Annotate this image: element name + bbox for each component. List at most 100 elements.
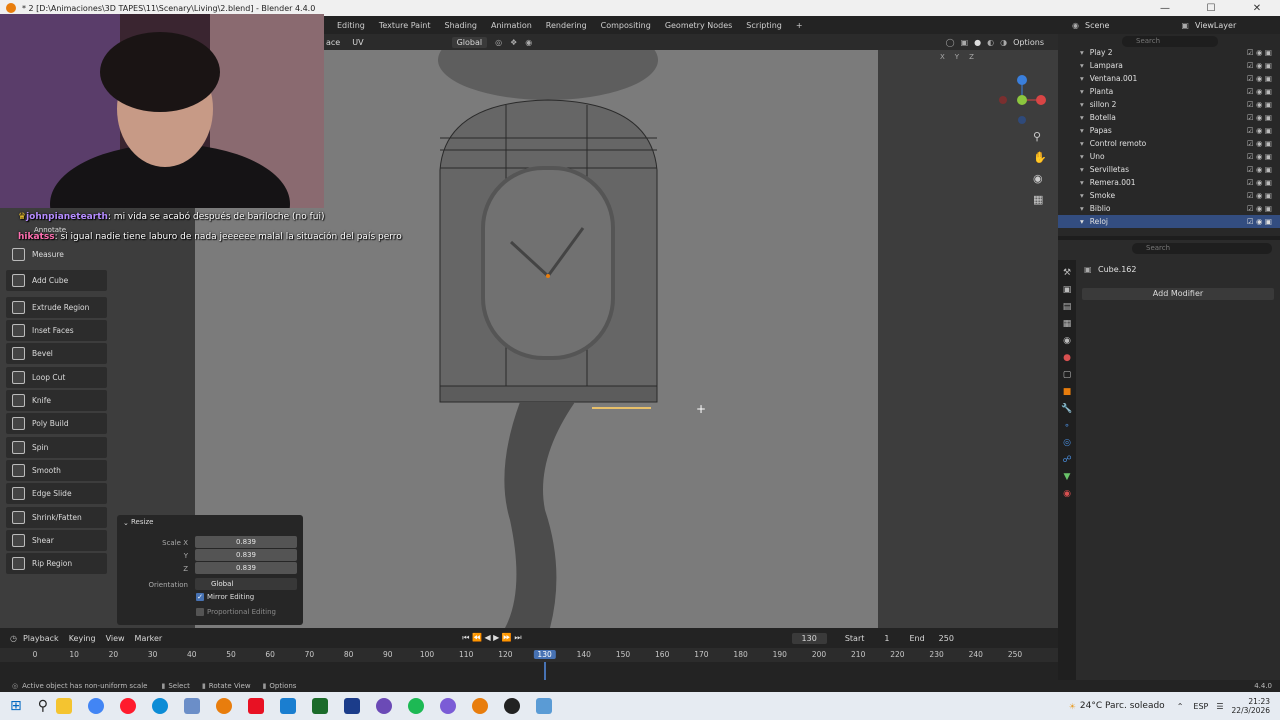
network-icon[interactable]: ☰ bbox=[1216, 702, 1223, 711]
outliner-row[interactable]: ▾ Papas ☑ ◉ ▣ bbox=[1058, 124, 1280, 137]
search-icon[interactable]: ⚲ bbox=[38, 698, 48, 714]
outliner-row[interactable]: ▾ Uno ☑ ◉ ▣ bbox=[1058, 150, 1280, 163]
start-field[interactable]: 1 bbox=[884, 634, 889, 643]
visibility-icons[interactable]: ☑ ◉ ▣ bbox=[1247, 139, 1272, 148]
outliner-row[interactable]: ▾ Smoke ☑ ◉ ▣ bbox=[1058, 189, 1280, 202]
edge-icon[interactable] bbox=[152, 698, 168, 714]
playback-controls-icon[interactable]: ⏮ ⏪ ◀ ▶ ⏩ ⏭ bbox=[462, 633, 521, 643]
app-icon[interactable] bbox=[248, 698, 264, 714]
app-icon[interactable] bbox=[440, 698, 456, 714]
visibility-icons[interactable]: ☑ ◉ ▣ bbox=[1247, 152, 1272, 161]
visibility-icons[interactable]: ☑ ◉ ▣ bbox=[1247, 100, 1272, 109]
opera-icon[interactable] bbox=[120, 698, 136, 714]
tab-compositing[interactable]: Compositing bbox=[594, 21, 658, 30]
visibility-icons[interactable]: ☑ ◉ ▣ bbox=[1247, 165, 1272, 174]
axis-z-button[interactable]: Z bbox=[969, 53, 974, 61]
app-icon[interactable] bbox=[536, 698, 552, 714]
outliner-row[interactable]: ▾ Control remoto ☑ ◉ ▣ bbox=[1058, 137, 1280, 150]
render-tab-icon[interactable]: ▣ bbox=[1063, 285, 1072, 295]
app-icon[interactable] bbox=[312, 698, 328, 714]
properties-search[interactable]: Search bbox=[1132, 243, 1272, 254]
pivot-icon[interactable]: ◎ bbox=[495, 38, 502, 47]
visibility-icons[interactable]: ☑ ◉ ▣ bbox=[1247, 61, 1272, 70]
overlay-icon[interactable]: ◯ bbox=[946, 38, 955, 47]
axis-x-button[interactable]: X bbox=[940, 53, 945, 61]
shading-material-icon[interactable]: ◐ bbox=[987, 38, 994, 47]
tool-loop-cut[interactable]: Loop Cut bbox=[6, 367, 107, 388]
clock-icon[interactable]: ◷ bbox=[10, 634, 17, 643]
visibility-icons[interactable]: ☑ ◉ ▣ bbox=[1247, 204, 1272, 213]
marker-menu[interactable]: Marker bbox=[135, 634, 163, 643]
end-field[interactable]: 250 bbox=[939, 634, 954, 643]
tab-geometry-nodes[interactable]: Geometry Nodes bbox=[658, 21, 739, 30]
axis-y-button[interactable]: Y bbox=[955, 53, 959, 61]
material-tab-icon[interactable]: ◉ bbox=[1063, 489, 1071, 499]
mirror-editing-checkbox[interactable]: ✓ bbox=[196, 593, 204, 601]
visual-studio-icon[interactable] bbox=[344, 698, 360, 714]
data-tab-icon[interactable]: ▼ bbox=[1064, 472, 1071, 482]
shading-rendered-icon[interactable]: ◑ bbox=[1000, 38, 1007, 47]
current-frame-field[interactable]: 130 bbox=[791, 632, 827, 644]
chevron-down-icon[interactable]: ⌄ bbox=[123, 519, 129, 527]
tab-rendering[interactable]: Rendering bbox=[539, 21, 594, 30]
visibility-icons[interactable]: ☑ ◉ ▣ bbox=[1247, 113, 1272, 122]
tool-shear[interactable]: Shear bbox=[6, 530, 107, 551]
maximize-icon[interactable]: ☐ bbox=[1188, 3, 1234, 14]
outliner-row[interactable]: ▾ Botella ☑ ◉ ▣ bbox=[1058, 111, 1280, 124]
tray-icons[interactable]: ⌃ bbox=[1177, 702, 1184, 711]
output-tab-icon[interactable]: ▤ bbox=[1063, 302, 1072, 312]
app-icon[interactable] bbox=[184, 698, 200, 714]
shading-solid-icon[interactable]: ● bbox=[974, 38, 981, 47]
playback-menu[interactable]: Playback bbox=[23, 634, 59, 643]
outliner-row[interactable]: ▾ sillon 2 ☑ ◉ ▣ bbox=[1058, 98, 1280, 111]
constraints-tab-icon[interactable]: ☍ bbox=[1062, 455, 1071, 465]
clock[interactable]: 21:23 22/3/2026 bbox=[1232, 697, 1270, 715]
scene-tab-icon[interactable]: ◉ bbox=[1063, 336, 1071, 346]
outliner-row[interactable]: ▾ Planta ☑ ◉ ▣ bbox=[1058, 85, 1280, 98]
visibility-icons[interactable]: ☑ ◉ ▣ bbox=[1247, 48, 1272, 57]
zoom-icon[interactable]: ⚲ bbox=[1033, 130, 1047, 143]
tool-smooth[interactable]: Smooth bbox=[6, 460, 107, 481]
navigation-gizmo[interactable] bbox=[995, 72, 1051, 128]
options-menu[interactable]: Options bbox=[1013, 38, 1044, 47]
tool-annotate-label[interactable]: Annotate bbox=[34, 226, 66, 234]
physics-tab-icon[interactable]: ◎ bbox=[1063, 438, 1071, 448]
tab-texture-paint[interactable]: Texture Paint bbox=[372, 21, 438, 30]
scale-x-field[interactable]: 0.839 bbox=[195, 536, 297, 548]
tab-animation[interactable]: Animation bbox=[484, 21, 539, 30]
proportional-icon[interactable]: ◉ bbox=[525, 38, 532, 47]
uv-menu[interactable]: UV bbox=[352, 38, 363, 47]
blender-icon[interactable] bbox=[472, 698, 488, 714]
visibility-icons[interactable]: ☑ ◉ ▣ bbox=[1247, 217, 1272, 226]
outliner-row[interactable]: ▾ Servilletas ☑ ◉ ▣ bbox=[1058, 163, 1280, 176]
viewlayer-selector[interactable]: ViewLayer bbox=[1195, 21, 1236, 30]
tool-add-cube[interactable]: Add Cube bbox=[6, 270, 107, 291]
windows-start-icon[interactable]: ⊞ bbox=[10, 698, 22, 714]
tab-scripting[interactable]: Scripting bbox=[739, 21, 789, 30]
chrome-icon[interactable] bbox=[88, 698, 104, 714]
photoshop-icon[interactable] bbox=[280, 698, 296, 714]
pan-hand-icon[interactable]: ✋ bbox=[1033, 151, 1047, 164]
tool-bevel[interactable]: Bevel bbox=[6, 343, 107, 364]
add-workspace-icon[interactable]: + bbox=[789, 21, 810, 30]
file-explorer-icon[interactable] bbox=[56, 698, 72, 714]
proportional-editing-checkbox[interactable] bbox=[196, 608, 204, 616]
outliner-row[interactable]: ▾ Lampara ☑ ◉ ▣ bbox=[1058, 59, 1280, 72]
keying-menu[interactable]: Keying bbox=[69, 634, 96, 643]
perspective-grid-icon[interactable]: ▦ bbox=[1033, 193, 1047, 206]
visibility-icons[interactable]: ☑ ◉ ▣ bbox=[1247, 126, 1272, 135]
outliner-row[interactable]: ▾ Ventana.001 ☑ ◉ ▣ bbox=[1058, 72, 1280, 85]
tool-poly-build[interactable]: Poly Build bbox=[6, 413, 107, 434]
language-indicator[interactable]: ESP bbox=[1193, 702, 1208, 711]
tool-edge-slide[interactable]: Edge Slide bbox=[6, 483, 107, 504]
mode-menu[interactable]: ace bbox=[326, 38, 340, 47]
xray-icon[interactable]: ▣ bbox=[961, 38, 969, 47]
tab-editing[interactable]: Editing bbox=[330, 21, 372, 30]
visibility-icons[interactable]: ☑ ◉ ▣ bbox=[1247, 191, 1272, 200]
scale-y-field[interactable]: 0.839 bbox=[195, 549, 297, 561]
outliner-row-active[interactable]: ▾ Reloj ☑ ◉ ▣ bbox=[1058, 215, 1280, 228]
tool-extrude-region[interactable]: Extrude Region bbox=[6, 297, 107, 318]
modifier-tab-icon[interactable]: 🔧 bbox=[1061, 404, 1072, 414]
particles-tab-icon[interactable]: ∘ bbox=[1064, 421, 1070, 431]
visibility-icons[interactable]: ☑ ◉ ▣ bbox=[1247, 74, 1272, 83]
